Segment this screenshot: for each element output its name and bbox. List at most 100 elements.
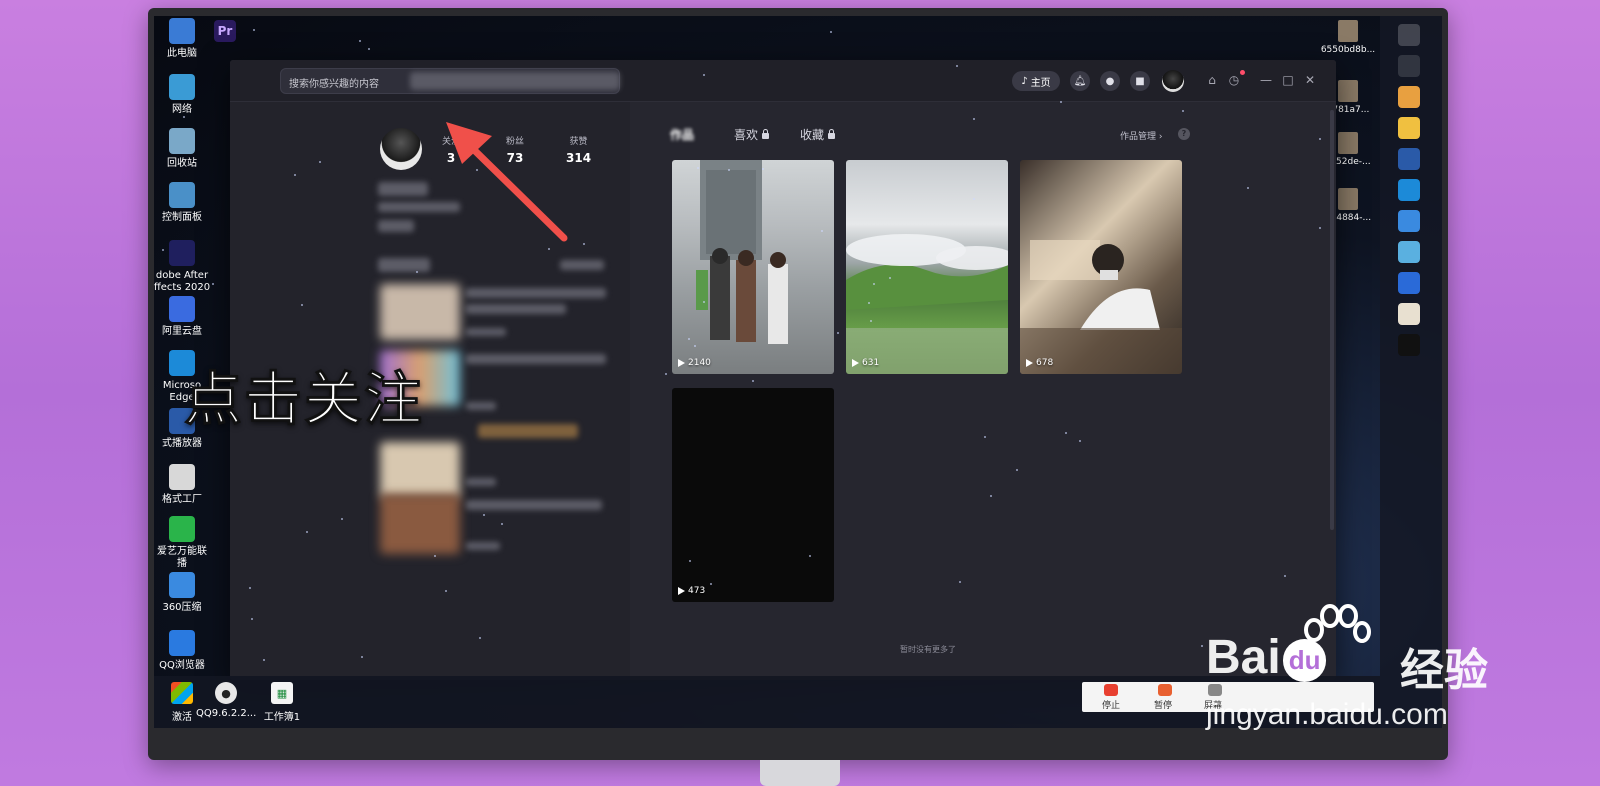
desktop-icon-premiere[interactable]: Pr (210, 20, 240, 46)
play-count: 631 (852, 358, 879, 368)
video-card[interactable]: 473 (672, 388, 834, 602)
star-decoration (368, 48, 370, 50)
star-decoration (583, 243, 585, 245)
blurred-line (478, 424, 578, 438)
desktop-icon-zip[interactable]: 360压缩 (154, 572, 212, 614)
screen-icon (1208, 684, 1222, 696)
file-thumbnail-icon (1338, 80, 1358, 102)
desktop-icon-cloud-drive[interactable]: 阿里云盘 (154, 296, 212, 338)
store-icon[interactable] (1398, 86, 1420, 108)
star-decoration (1247, 187, 1249, 189)
works-manage-link[interactable]: 作品管理 › (1120, 129, 1162, 142)
control-panel-icon (169, 182, 195, 208)
works-panel: 作品 喜欢 收藏 作品管理 › ? 2140 631 678 473 暂时没有更… (630, 102, 1336, 680)
taskbar-qq[interactable]: ● QQ9.6.2.2... (196, 682, 256, 719)
browser-icon[interactable] (1398, 210, 1420, 232)
star-decoration (837, 332, 839, 334)
windows-start-icon (171, 682, 193, 704)
star-decoration (809, 555, 811, 557)
blurred-tag (378, 220, 414, 232)
star-decoration (689, 560, 691, 562)
star-decoration (212, 283, 214, 285)
video-card[interactable]: 631 (846, 160, 1008, 374)
star-decoration (688, 338, 690, 340)
bell-icon[interactable]: 🔔︎ (1070, 71, 1090, 91)
desktop-icon-recycle-bin[interactable]: 回收站 (154, 128, 212, 170)
photoshop-icon[interactable] (1398, 148, 1420, 170)
no-more-text: 暂时没有更多了 (900, 645, 956, 654)
star-decoration (306, 531, 308, 533)
settings-icon[interactable]: ◷ (1226, 73, 1242, 87)
tiktok-icon[interactable] (1398, 334, 1420, 356)
message-icon[interactable]: ● (1100, 71, 1120, 91)
blurred-line (466, 328, 506, 336)
star-decoration (1182, 110, 1184, 112)
maximize-icon[interactable]: □ (1280, 73, 1296, 87)
desktop-file[interactable]: 6550bd8b... (1320, 20, 1376, 55)
video-thumbnail (696, 160, 788, 344)
star-decoration (956, 65, 958, 67)
lock-icon (828, 129, 836, 139)
tab-likes[interactable]: 喜欢 (734, 126, 770, 143)
taskbar-workbook[interactable]: ▦ 工作簿1 (252, 682, 312, 723)
tab-works[interactable]: 作品 (670, 126, 694, 143)
desktop-icon-label: 式播放器 (162, 438, 202, 449)
desktop-icon-format-factory[interactable]: 格式工厂 (154, 464, 212, 506)
iqiyi-icon (169, 516, 195, 542)
after-effects-icon (169, 240, 195, 266)
star-decoration (703, 74, 705, 76)
windows-logo-icon[interactable] (1398, 24, 1420, 46)
star-decoration (1079, 440, 1081, 442)
desktop-icon-network[interactable]: 网络 (154, 74, 212, 116)
star-decoration (501, 523, 503, 525)
desktop-icon-label: dobe After ffects 2020 (154, 270, 211, 293)
play-count-value: 2140 (688, 358, 711, 368)
search-icon[interactable] (1398, 55, 1420, 77)
computer-icon (169, 18, 195, 44)
blurred-line (466, 304, 566, 314)
scrollbar[interactable] (1330, 110, 1334, 530)
desktop-icon-label: 回收站 (167, 158, 197, 169)
minimize-icon[interactable]: — (1258, 73, 1274, 87)
spreadsheet-icon: ▦ (271, 682, 293, 704)
play-count-value: 678 (1036, 358, 1054, 368)
cube-icon[interactable] (1398, 241, 1420, 263)
home-button[interactable]: ♪ 主页 (1012, 71, 1060, 91)
desktop-icon-label: QQ浏览器 (159, 660, 205, 671)
stop-button[interactable]: 停止 (1102, 698, 1120, 711)
qq-icon: ● (215, 682, 237, 704)
taskbar-label: 工作簿1 (263, 712, 301, 723)
desktop-icon-control-panel[interactable]: 控制面板 (154, 182, 212, 224)
pin-icon[interactable]: ⌂ (1204, 73, 1220, 87)
video-card[interactable]: 2140 (672, 160, 834, 374)
notification-dot (1240, 70, 1245, 75)
desktop-icon-label: 格式工厂 (162, 494, 202, 505)
star-decoration (868, 302, 870, 304)
star-decoration (183, 116, 185, 118)
search-placeholder: 搜索你感兴趣的内容 (289, 79, 379, 90)
lock-icon (762, 129, 770, 139)
desktop-icon-computer[interactable]: 此电脑 (154, 18, 212, 60)
star-decoration (359, 40, 361, 42)
blurred-line (466, 542, 500, 550)
video-camera-icon[interactable]: ■ (1130, 71, 1150, 91)
search-app-icon[interactable] (1398, 272, 1420, 294)
edge-icon[interactable] (1398, 179, 1420, 201)
star-decoration (973, 198, 975, 200)
folder-icon[interactable] (1398, 117, 1420, 139)
help-icon[interactable]: ? (1178, 128, 1190, 140)
profile-avatar[interactable] (380, 128, 422, 170)
pause-button[interactable]: 暂停 (1154, 698, 1172, 711)
taskbar-label: QQ9.6.2.2... (196, 708, 257, 719)
video-card[interactable]: 678 (1020, 160, 1182, 374)
star-decoration (1201, 645, 1203, 647)
file-label: 6550bd8b... (1320, 45, 1376, 55)
close-icon[interactable]: ✕ (1302, 73, 1318, 87)
tab-label: 作品 (670, 128, 695, 142)
desktop-icon-iqiyi[interactable]: 爱艺万能联 播 (154, 516, 212, 570)
desktop-icon-qq-browser[interactable]: QQ浏览器 (154, 630, 212, 672)
image-icon[interactable] (1398, 303, 1420, 325)
star-decoration (1319, 227, 1321, 229)
user-avatar[interactable] (1162, 70, 1184, 92)
tab-favorites[interactable]: 收藏 (800, 126, 836, 143)
